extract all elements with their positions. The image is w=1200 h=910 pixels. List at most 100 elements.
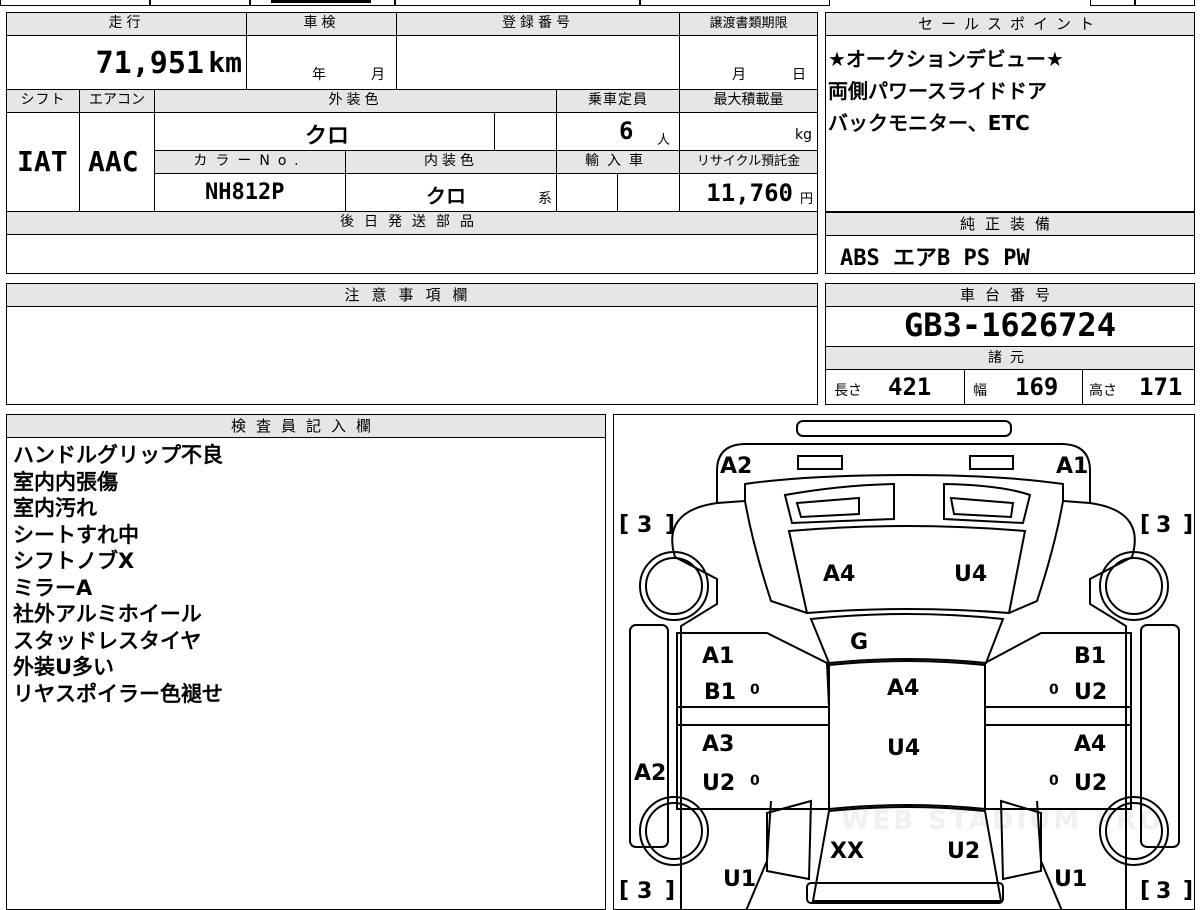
length-cell: 長さ 421 (826, 370, 965, 404)
recycle-fee-header: リサイクル預託金 (680, 151, 817, 174)
height-value: 171 (1139, 373, 1183, 401)
hood-left-code: A4 (823, 562, 855, 587)
hood-right-code: U4 (954, 562, 987, 587)
left-fender-shape (744, 500, 808, 614)
headlight-right-shape (969, 455, 1014, 470)
sales-point-line: バックモニター、ETC (828, 111, 1030, 135)
grille-right-inner-shape (949, 496, 1015, 519)
shift-value: IAT (17, 145, 68, 178)
capacity-header: 乗車定員 (557, 90, 680, 113)
left-rear-door-code-1: A3 (702, 732, 734, 757)
exterior-color-header: 外装色 (155, 90, 557, 113)
tire-rr-open: [ (1140, 878, 1150, 903)
transfer-deadline-cell: 月 日 (680, 36, 817, 90)
tire-fr-open: [ (1140, 512, 1150, 537)
shaken-cell: 年 月 (247, 36, 397, 90)
mileage-header: 走行 (7, 13, 247, 36)
tire-rl-close: ] (665, 878, 675, 903)
inspector-line: スタッドレスタイヤ (13, 628, 202, 653)
exterior-color-extra-cell (495, 113, 557, 151)
front-body-shape (716, 443, 1091, 505)
rear-left-panel-shape (766, 799, 813, 881)
width-label: 幅 (973, 383, 987, 399)
inspector-line: 室内汚れ (13, 496, 97, 520)
sales-point-line: ★オークションデビュー★ (828, 47, 1064, 71)
right-rear-door-shape (984, 724, 1132, 810)
vehicle-info-grid: 走行 車検 登録番号 譲渡書類期限 71,951 km 年 月 月 日 シフト … (6, 12, 818, 274)
specs-title: 諸元 (826, 346, 1194, 370)
right-rear-door-code-1: A4 (1074, 732, 1106, 757)
inspector-title: 検査員記入欄 (7, 415, 605, 438)
tire-rear-left-shape (639, 796, 709, 866)
inspector-line: 社外アルミホイール (13, 602, 202, 626)
recycle-fee-value: 11,760 (706, 179, 793, 207)
aircon-value: AAC (88, 145, 139, 178)
interior-color-header: 内装色 (346, 151, 557, 174)
import-cell-a (557, 174, 618, 212)
left-front-door-code-2: B1 (704, 680, 736, 705)
tire-front-right-inner-shape (1105, 557, 1163, 615)
rear-right-corner-code: U1 (1054, 867, 1087, 892)
transfer-month-unit: 月 (732, 67, 746, 83)
tire-fr-label: 3 (1156, 513, 1171, 538)
notes-title: 注意事項欄 (7, 284, 817, 307)
windshield-shape (809, 613, 1005, 665)
height-label: 高さ (1089, 383, 1117, 399)
mark-right-rear: 0 (1049, 773, 1059, 789)
transfer-day-unit: 日 (792, 67, 806, 83)
car-diagram: [ 3 ] [ 3 ] [ 3 ] [ 3 ] A2 A1 A4 U4 G A4… (619, 420, 1193, 909)
mileage-cell: 71,951 km (7, 36, 247, 90)
sales-points-list: ★オークションデビュー★ 両側パワースライドドア バックモニター、ETC (828, 43, 1064, 139)
tire-rr-label: 3 (1156, 879, 1171, 904)
tire-front-left-shape (639, 551, 709, 621)
top-strip-cell (1135, 0, 1195, 6)
tire-front-right-shape (1099, 551, 1169, 621)
mileage-value: 71,951 (95, 46, 204, 81)
front-bumper-shape (796, 420, 1012, 437)
inspector-line: シートすれ中 (13, 522, 139, 547)
shaken-year-unit: 年 (312, 67, 326, 83)
length-value: 421 (888, 373, 932, 401)
recycle-fee-cell: 11,760 円 (680, 174, 817, 212)
left-side-code: A2 (634, 761, 666, 786)
right-rear-door-code-2: U2 (1074, 771, 1107, 796)
exterior-color-value: クロ (305, 124, 350, 149)
exterior-color-cell: クロ (155, 113, 495, 151)
top-strip-cell (150, 0, 250, 6)
recycle-fee-unit: 円 (799, 192, 813, 207)
left-quarter-shape (676, 706, 830, 726)
chassis-title: 車台番号 (826, 284, 1194, 307)
inspector-panel: 検査員記入欄 ハンドルグリップ不良 室内内張傷 室内汚れ シートすれ中 シフトノ… (6, 414, 606, 910)
shaken-header: 車検 (247, 13, 397, 36)
top-strip-cell (395, 0, 640, 6)
car-diagram-panel: [ 3 ] [ 3 ] [ 3 ] [ 3 ] A2 A1 A4 U4 G A4… (613, 414, 1195, 910)
shift-cell: IAT (7, 113, 80, 212)
front-left-corner-code: A2 (720, 454, 752, 479)
shift-header: シフト (7, 90, 80, 113)
roof-bottom-code: U4 (887, 736, 920, 761)
height-cell: 高さ 171 (1083, 370, 1193, 404)
rear-right-code: U2 (947, 839, 980, 864)
inspector-line: リヤスポイラー色褪せ (13, 681, 223, 706)
later-parts-header: 後日発送部品 (7, 212, 817, 235)
genuine-equipment-panel: 純正装備 ABS エアB PS PW (825, 212, 1195, 274)
inspector-line: シフトノブX (13, 549, 135, 573)
tire-fl-close: ] (665, 512, 675, 537)
grille-left-inner-shape (795, 496, 860, 519)
right-fender-shape (1008, 500, 1064, 614)
windshield-code: G (850, 630, 868, 655)
left-rocker-shape (629, 624, 669, 848)
aircon-header: エアコン (80, 90, 155, 113)
top-strip-cell (0, 0, 150, 6)
left-front-door-code-1: A1 (702, 644, 734, 669)
registration-header: 登録番号 (397, 13, 680, 36)
tire-rear-left-inner-shape (645, 802, 703, 860)
capacity-cell: 6 人 (557, 113, 680, 151)
max-load-cell: kg (680, 113, 817, 151)
inspector-line: 外装U多い (13, 655, 115, 679)
import-header: 輸入車 (557, 151, 680, 174)
front-right-corner-code: A1 (1056, 454, 1088, 479)
top-strip-cell (640, 0, 830, 6)
inspector-line: ミラーA (13, 575, 93, 600)
interior-color-suffix: 系 (538, 191, 552, 207)
